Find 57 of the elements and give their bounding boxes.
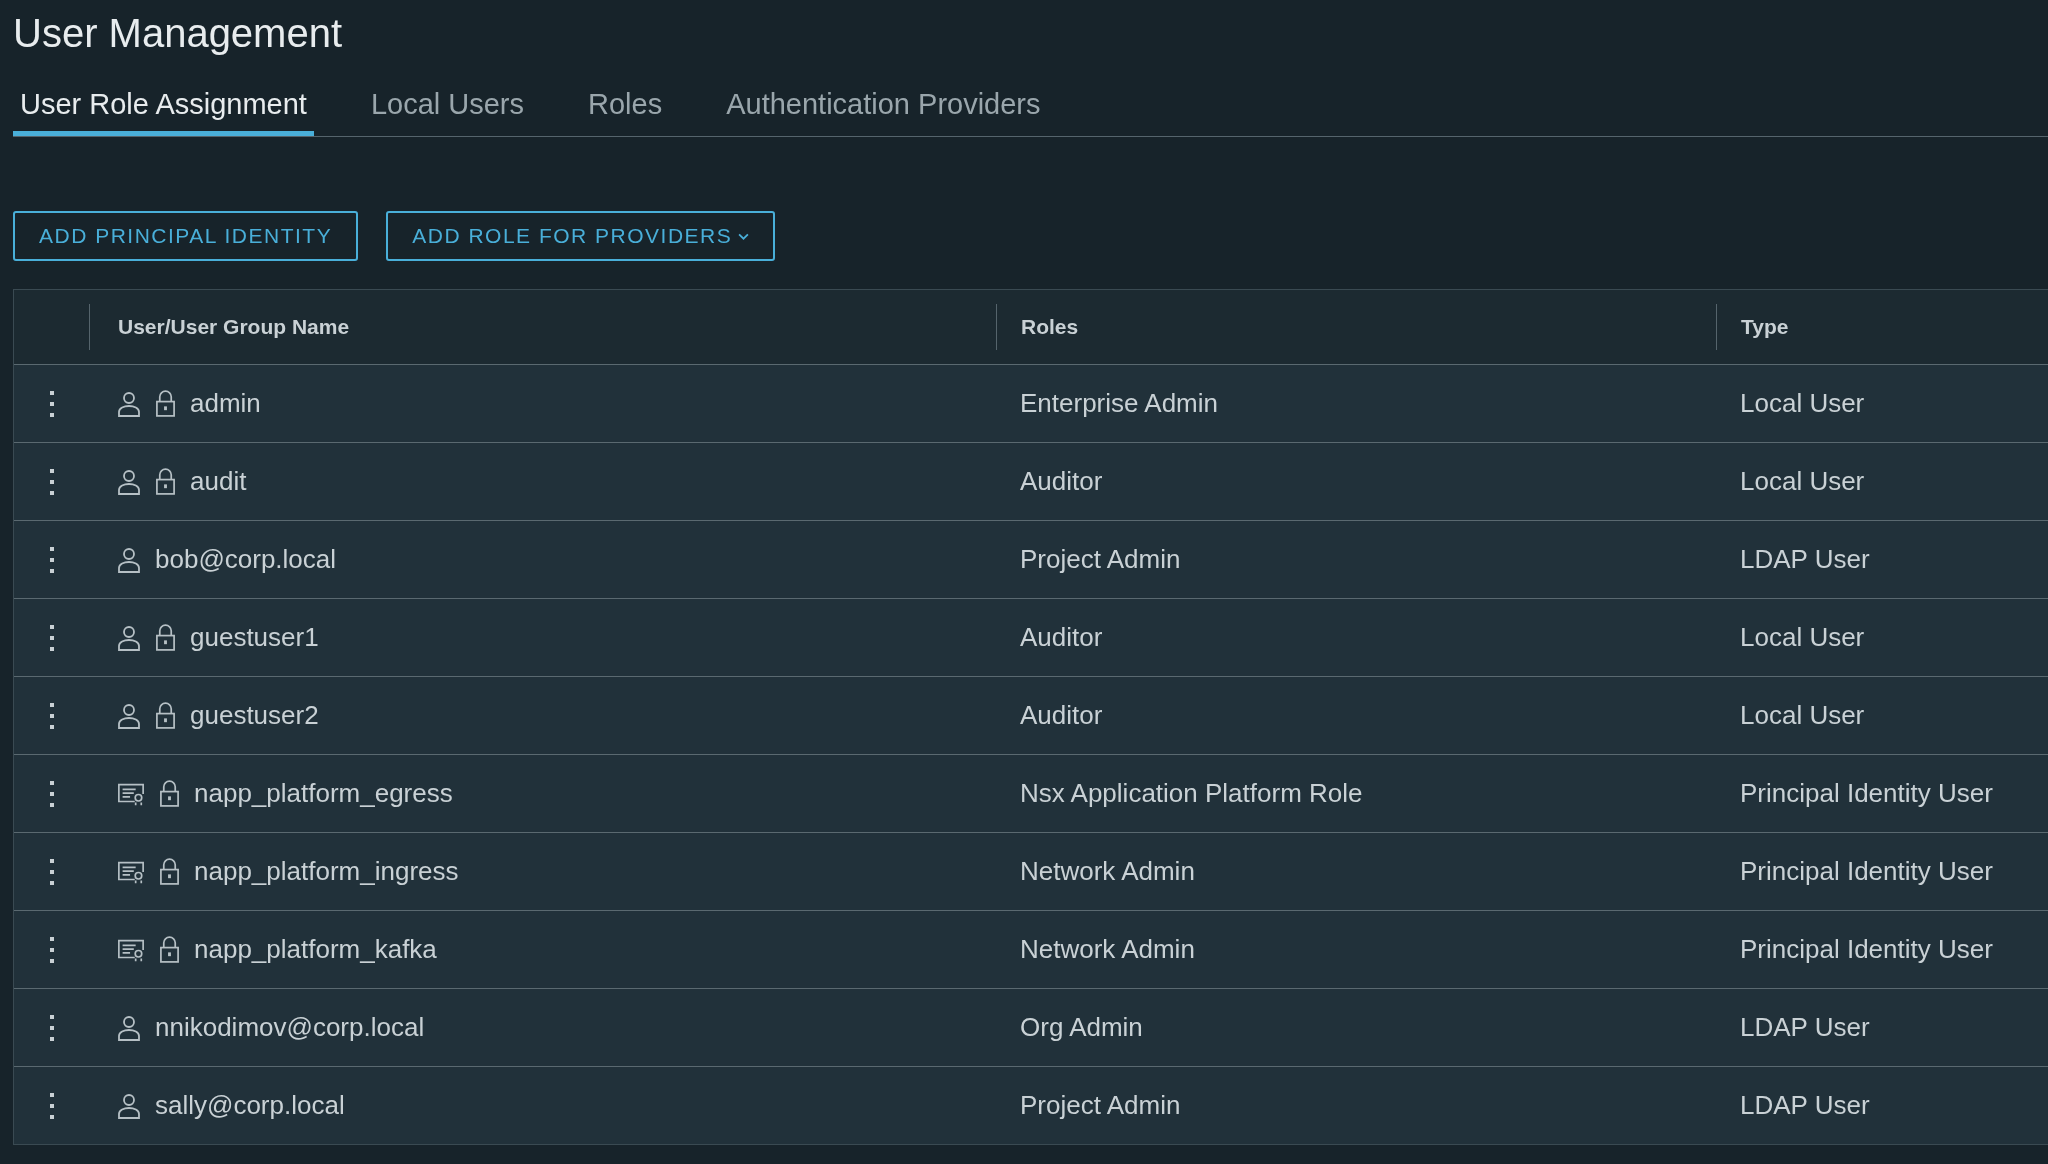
user-icon <box>117 624 141 651</box>
user-name: guestuser1 <box>190 622 319 653</box>
more-icon[interactable] <box>48 858 55 885</box>
user-name: audit <box>190 466 247 497</box>
more-icon[interactable] <box>48 624 55 651</box>
role-cell: Project Admin <box>1020 544 1181 574</box>
more-icon[interactable] <box>48 546 55 573</box>
user-name: bob@corp.local <box>155 544 337 575</box>
type-cell: LDAP User <box>1740 1012 1870 1042</box>
tab[interactable]: Authentication Providers <box>719 88 1048 136</box>
column-header: User/User Group Name <box>118 315 350 339</box>
user-name: guestuser2 <box>190 700 319 731</box>
role-cell: Auditor <box>1020 700 1103 730</box>
role-cell: Enterprise Admin <box>1020 388 1218 418</box>
more-icon[interactable] <box>48 936 55 963</box>
more-icon[interactable] <box>48 1014 55 1041</box>
user-name: admin <box>190 388 261 419</box>
user-icon <box>117 1092 141 1119</box>
type-cell: Principal Identity User <box>1740 856 1993 886</box>
tab[interactable]: Local Users <box>363 88 532 136</box>
type-cell: LDAP User <box>1740 544 1870 574</box>
type-cell: Local User <box>1740 700 1865 730</box>
more-icon[interactable] <box>48 390 55 417</box>
type-cell: Local User <box>1740 466 1865 496</box>
type-cell: Principal Identity User <box>1740 778 1993 808</box>
role-cell: Project Admin <box>1020 1090 1181 1120</box>
role-cell: Nsx Application Platform Role <box>1020 778 1363 808</box>
user-name: sally@corp.local <box>155 1090 345 1121</box>
column-header: Roles <box>1021 315 1079 339</box>
column-header: Type <box>1741 315 1789 339</box>
type-cell: Local User <box>1740 622 1865 652</box>
more-icon[interactable] <box>48 780 55 807</box>
role-cell: Network Admin <box>1020 856 1195 886</box>
role-cell: Network Admin <box>1020 934 1195 964</box>
role-cell: Org Admin <box>1020 1012 1143 1042</box>
user-icon <box>117 1014 141 1041</box>
user-icon <box>117 390 141 417</box>
tab[interactable]: Roles <box>581 88 670 136</box>
user-name: napp_platform_egress <box>194 778 453 809</box>
user-icon <box>117 468 141 495</box>
tab[interactable]: User Role Assignment <box>13 88 314 136</box>
user-icon <box>117 546 141 573</box>
action-button[interactable]: ADD ROLE FOR PROVIDERS <box>386 211 776 261</box>
type-cell: Local User <box>1740 388 1865 418</box>
user-name: nnikodimov@corp.local <box>155 1012 425 1043</box>
user-name: napp_platform_kafka <box>194 934 437 965</box>
type-cell: Principal Identity User <box>1740 934 1993 964</box>
role-cell: Auditor <box>1020 466 1103 496</box>
user-name: napp_platform_ingress <box>194 856 459 887</box>
type-cell: LDAP User <box>1740 1090 1870 1120</box>
more-icon[interactable] <box>48 1092 55 1119</box>
page-title: User Management <box>13 10 344 57</box>
role-cell: Auditor <box>1020 622 1103 652</box>
action-button[interactable]: ADD PRINCIPAL IDENTITY <box>13 211 359 261</box>
user-icon <box>117 702 141 729</box>
more-icon[interactable] <box>48 702 55 729</box>
more-icon[interactable] <box>48 468 55 495</box>
